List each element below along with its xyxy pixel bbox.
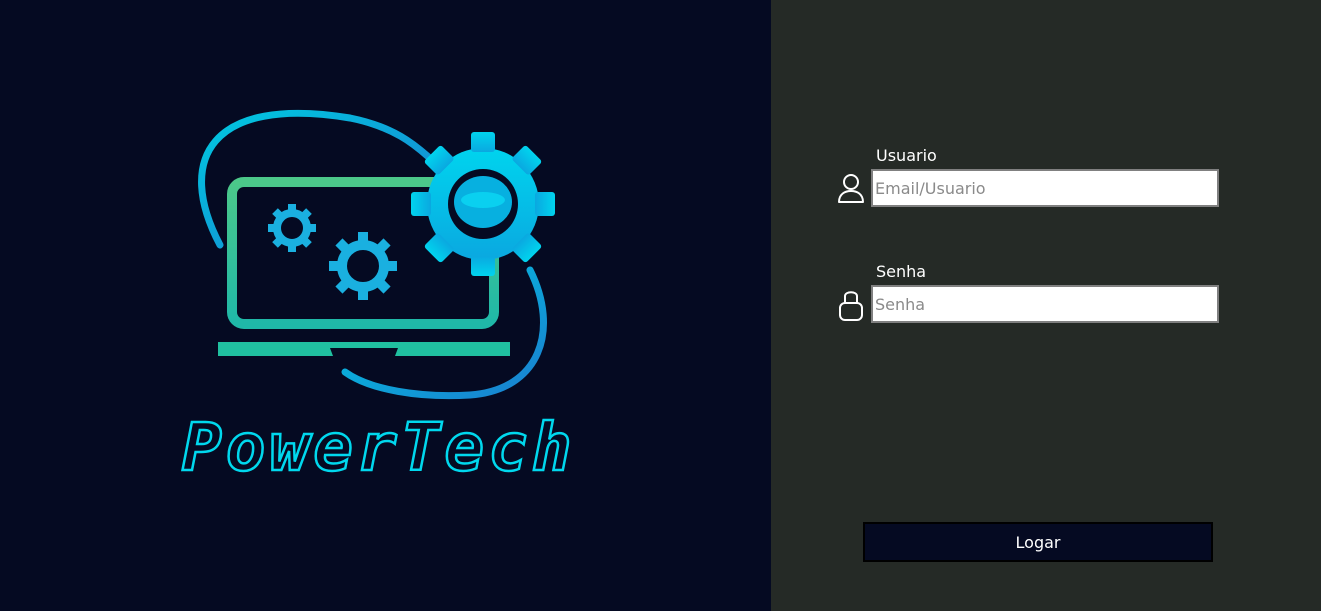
- powertech-logo: PowerTech: [181, 109, 576, 487]
- login-button[interactable]: Logar: [863, 522, 1213, 562]
- username-label: Usuario: [876, 146, 937, 165]
- username-input[interactable]: [871, 169, 1219, 207]
- password-input[interactable]: [871, 285, 1219, 323]
- user-icon: [838, 174, 864, 203]
- lock-icon: [839, 291, 863, 321]
- logo-wordmark: PowerTech: [182, 409, 576, 486]
- password-label: Senha: [876, 262, 927, 281]
- login-page: PowerTech Usuario Senha Logar: [0, 0, 1321, 611]
- branding-panel: PowerTech: [0, 0, 771, 611]
